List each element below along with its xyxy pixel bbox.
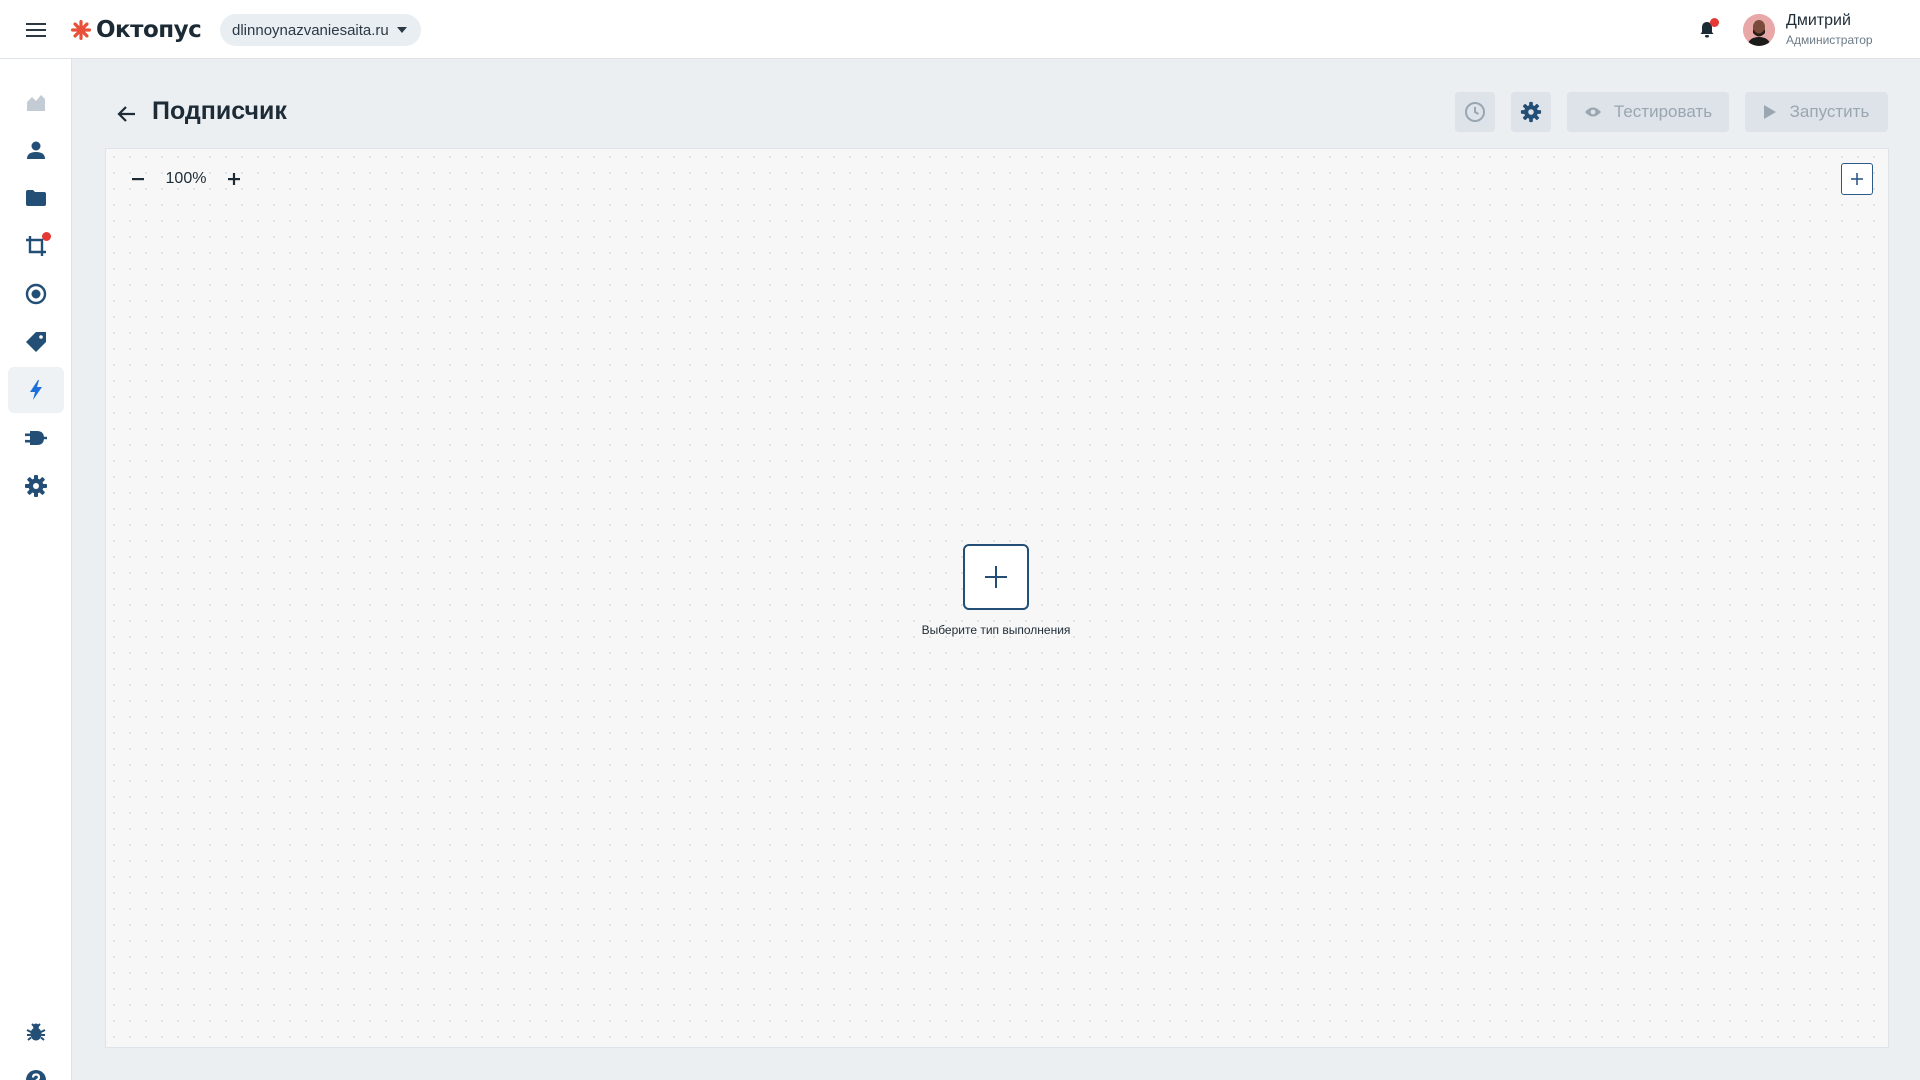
sidebar-item-integrations[interactable] — [8, 415, 64, 461]
target-icon — [25, 283, 47, 305]
site-selector-value: dlinnoynazvaniesaita.ru — [232, 21, 389, 39]
bug-icon — [26, 1023, 46, 1041]
logo[interactable]: Октопус — [70, 14, 202, 46]
site-selector[interactable]: dlinnoynazvaniesaita.ru — [220, 14, 421, 46]
sidebar-badge — [42, 232, 51, 241]
user-icon — [27, 141, 45, 159]
chart-area-icon — [27, 95, 45, 111]
sidebar — [0, 59, 72, 1080]
back-button[interactable] — [112, 99, 142, 129]
start-node-label: Выберите тип выполнения — [921, 623, 1071, 637]
plus-icon — [1851, 173, 1863, 185]
user-name: Дмитрий — [1786, 12, 1851, 29]
logo-text: Октопус — [96, 17, 202, 43]
avatar[interactable] — [1743, 14, 1775, 46]
plug-icon — [25, 431, 47, 445]
main-area: Подписчик Тестировать Запустить 100% Выб… — [72, 59, 1920, 1080]
notifications-button[interactable] — [1696, 18, 1719, 40]
sidebar-item-tags[interactable] — [8, 319, 64, 365]
sidebar-item-frames[interactable] — [8, 223, 64, 269]
notification-badge — [1710, 18, 1719, 27]
plus-icon — [985, 566, 1007, 588]
top-bar: Октопус dlinnoynazvaniesaita.ru Дмитрий … — [0, 0, 1920, 59]
settings-button[interactable] — [1511, 92, 1551, 132]
minus-icon — [132, 178, 144, 181]
sidebar-item-goals[interactable] — [8, 271, 64, 317]
gear-icon — [25, 475, 47, 497]
zoom-in-button[interactable] — [220, 165, 248, 193]
sidebar-item-analytics[interactable] — [8, 79, 64, 125]
test-button-label: Тестировать — [1613, 102, 1713, 121]
plus-icon — [228, 173, 240, 185]
user-role: Администратор — [1786, 33, 1873, 47]
caret-down-icon — [396, 27, 407, 33]
sidebar-item-settings[interactable] — [8, 463, 64, 509]
run-button[interactable]: Запустить — [1745, 92, 1888, 132]
start-node-add-button[interactable] — [963, 544, 1029, 610]
help-icon — [26, 1070, 46, 1080]
history-button[interactable] — [1455, 92, 1495, 132]
workflow-canvas[interactable]: 100% Выберите тип выполнения — [105, 148, 1889, 1048]
add-block-button[interactable] — [1841, 163, 1873, 195]
sidebar-item-debug[interactable] — [8, 1009, 64, 1055]
zoom-level: 100% — [165, 170, 207, 187]
gear-icon — [1520, 101, 1542, 123]
test-button[interactable]: Тестировать — [1567, 92, 1729, 132]
run-button-label: Запустить — [1789, 102, 1870, 121]
eye-icon — [1584, 107, 1601, 117]
sidebar-item-help[interactable] — [8, 1057, 64, 1080]
sidebar-item-automations[interactable] — [8, 367, 64, 413]
menu-icon[interactable] — [24, 18, 48, 42]
sidebar-item-subscribers[interactable] — [8, 127, 64, 173]
tag-icon — [26, 332, 46, 352]
folder-icon — [26, 190, 46, 206]
lightning-icon — [30, 380, 42, 400]
sidebar-item-folders[interactable] — [8, 175, 64, 221]
octopus-logo-icon — [71, 20, 91, 40]
clock-icon — [1465, 102, 1485, 122]
play-icon — [1763, 105, 1776, 119]
zoom-controls: 100% — [124, 165, 248, 193]
zoom-out-button[interactable] — [124, 165, 152, 193]
arrow-left-icon — [117, 106, 135, 122]
page-title: Подписчик — [152, 97, 287, 125]
